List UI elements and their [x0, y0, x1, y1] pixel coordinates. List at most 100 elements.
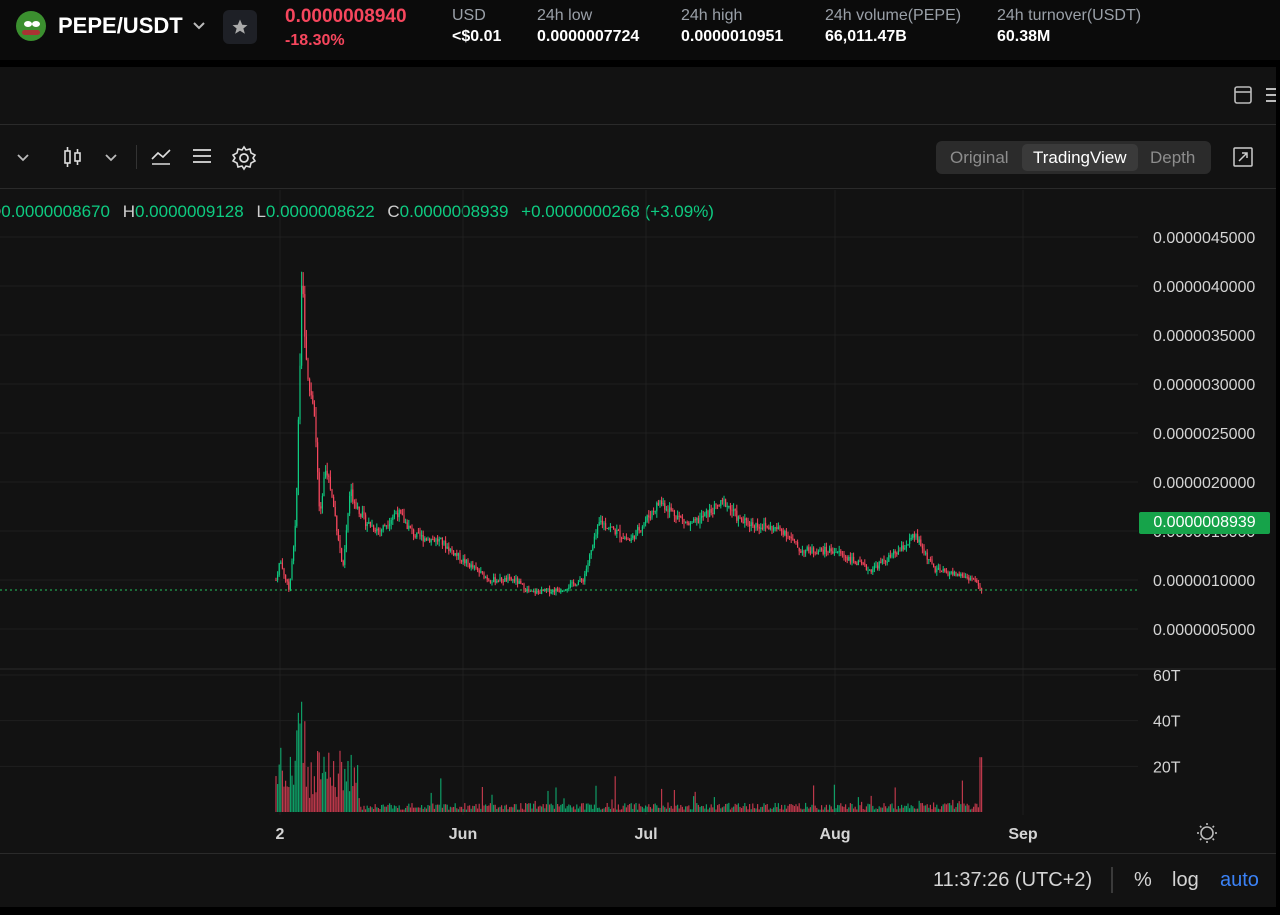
candle-body [286, 579, 288, 582]
volume-bar [283, 786, 285, 812]
volume-bar [520, 803, 522, 812]
price-tick-label: 0.0000025000 [1153, 426, 1255, 443]
volume-bar [446, 804, 448, 812]
volume-bar [774, 802, 776, 812]
volume-bar [857, 797, 859, 812]
volume-bar [288, 787, 290, 812]
candle-body [741, 518, 743, 523]
candle-body [569, 583, 571, 588]
volume-bar [512, 807, 514, 812]
candle-body [440, 537, 442, 539]
volume-bar [675, 805, 677, 812]
volume-bar [465, 809, 467, 812]
price-chart[interactable]: 0.0000045000 0.0000040000 0.0000035000 0.00… [0, 0, 1280, 915]
volume-bar [427, 805, 429, 812]
candle-body [467, 559, 469, 564]
candle-body [878, 561, 880, 569]
candle-body [531, 590, 533, 592]
candle-body [368, 522, 370, 524]
candle-body [331, 489, 333, 497]
volume-bar [805, 802, 807, 812]
volume-bar [797, 806, 799, 812]
candle-body [757, 523, 759, 527]
volume-bar [568, 804, 570, 812]
volume-bar [782, 809, 784, 812]
volume-bar [829, 804, 831, 812]
candle-body [745, 518, 747, 520]
volume-bar [473, 806, 475, 812]
candle-body [616, 530, 618, 534]
candle-body [473, 566, 475, 568]
price-tick-label: 0.0000030000 [1153, 377, 1255, 394]
sun-icon[interactable] [1197, 823, 1217, 843]
candle-body [369, 522, 371, 527]
volume-bar [803, 808, 805, 812]
volume-bar [905, 805, 907, 812]
candle-body [408, 525, 410, 530]
volume-bar [478, 803, 480, 812]
volume-bar [289, 756, 291, 812]
volume-bar [720, 808, 722, 812]
candle-body [505, 578, 507, 582]
volume-bar [441, 807, 443, 812]
candle-body [414, 536, 416, 538]
volume-bar [456, 808, 458, 812]
volume-bar [629, 803, 631, 812]
candle-body [819, 548, 821, 552]
volume-bar [353, 767, 355, 812]
volume-bar [598, 807, 600, 812]
volume-bar [816, 807, 818, 812]
candle-body [574, 583, 576, 586]
candle-body [893, 551, 895, 555]
volume-bar [342, 790, 344, 812]
candle-body [613, 527, 615, 530]
volume-bar [280, 747, 282, 812]
candle-body [491, 581, 493, 583]
candle-body [795, 541, 797, 543]
candle-body [736, 510, 738, 521]
price-tick-label: 0.0000020000 [1153, 475, 1255, 492]
volume-bar [326, 778, 328, 812]
candle-body [859, 560, 861, 562]
candle-body [451, 548, 453, 551]
candle-body [872, 569, 874, 573]
volume-bar [937, 808, 939, 812]
volume-bar [347, 760, 349, 812]
volume-bar [296, 730, 298, 812]
volume-bar [414, 807, 416, 812]
candle-body [942, 568, 944, 571]
candle-body [837, 551, 839, 553]
volume-bar [525, 803, 527, 812]
volume-bar [566, 806, 568, 812]
candle-body [614, 529, 616, 534]
volume-bar [459, 806, 461, 812]
volume-bar [605, 807, 607, 812]
volume-bar [320, 779, 322, 812]
candle-body [619, 530, 621, 538]
candle-body [382, 525, 384, 530]
candle-body [664, 503, 666, 510]
candle-body [848, 557, 850, 561]
volume-tick-label: 20T [1153, 759, 1181, 776]
volume-bar [710, 804, 712, 812]
volume-bar [531, 808, 533, 812]
candle-body [747, 519, 749, 525]
volume-bar [545, 804, 547, 812]
candle-body [313, 403, 315, 417]
candle-body [763, 523, 765, 529]
candle-body [489, 580, 491, 583]
volume-bar [393, 805, 395, 812]
volume-bar [923, 805, 925, 812]
candle-body [833, 552, 835, 554]
volume-bar [336, 796, 338, 812]
candle-body [758, 526, 760, 529]
volume-bar [683, 809, 685, 812]
candle-body [649, 517, 651, 519]
candle-body [417, 532, 419, 534]
volume-bar [897, 805, 899, 812]
volume-bar [753, 808, 755, 812]
volume-bar [425, 808, 427, 812]
volume-bar [462, 809, 464, 812]
volume-bar [653, 804, 655, 812]
volume-bar [981, 757, 983, 812]
